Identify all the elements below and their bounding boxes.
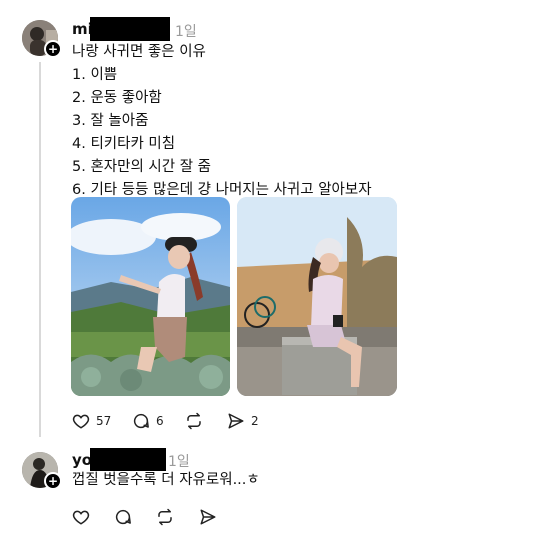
post2-timestamp: 1일 xyxy=(168,454,190,470)
post1-line: 4. 티키타카 미침 xyxy=(72,136,176,152)
repost-action[interactable] xyxy=(185,412,203,430)
comment-icon xyxy=(133,413,149,429)
repost-icon xyxy=(158,508,172,526)
repost-icon xyxy=(187,412,201,430)
like-action[interactable]: 57 xyxy=(72,412,111,430)
send-action[interactable] xyxy=(199,508,217,526)
post1-timestamp: 1일 xyxy=(175,24,197,40)
post1-line: 2. 운동 좋아함 xyxy=(72,90,162,106)
post1-line: 3. 잘 놀아줌 xyxy=(72,113,149,129)
thread-line xyxy=(39,62,41,437)
send-action[interactable]: 2 xyxy=(227,412,259,430)
like-action[interactable] xyxy=(72,508,90,526)
username-redaction xyxy=(90,17,170,41)
cyclist-photo-1 xyxy=(71,197,230,396)
comment-action[interactable]: 6 xyxy=(132,412,164,430)
heart-icon xyxy=(72,510,90,525)
cyclist-photo-2 xyxy=(237,197,397,396)
like-count: 57 xyxy=(96,414,112,428)
comment-icon xyxy=(115,509,131,525)
send-icon xyxy=(228,413,244,429)
post1-line: 나랑 사귀면 좋은 이유 xyxy=(72,44,206,60)
post1-line: 5. 혼자만의 시간 잘 줌 xyxy=(72,159,211,175)
send-icon xyxy=(200,509,216,525)
share-count: 2 xyxy=(251,414,259,428)
follow-plus-icon[interactable]: + xyxy=(44,40,62,58)
post1-photo-1[interactable] xyxy=(71,197,230,396)
follow-plus-icon[interactable]: + xyxy=(44,472,62,490)
comment-action[interactable] xyxy=(114,508,132,526)
comment-count: 6 xyxy=(156,414,164,428)
post2-text: 껍질 벗을수록 더 자유로워...ㅎ xyxy=(72,472,260,488)
post1-text: 나랑 사귀면 좋은 이유 1. 이쁨 2. 운동 좋아함 3. 잘 놀아줌 4.… xyxy=(72,41,372,202)
post1-line: 1. 이쁨 xyxy=(72,67,118,83)
post1-photo-2[interactable] xyxy=(237,197,397,396)
heart-icon xyxy=(72,414,90,429)
username-redaction xyxy=(90,448,166,471)
repost-action[interactable] xyxy=(156,508,174,526)
